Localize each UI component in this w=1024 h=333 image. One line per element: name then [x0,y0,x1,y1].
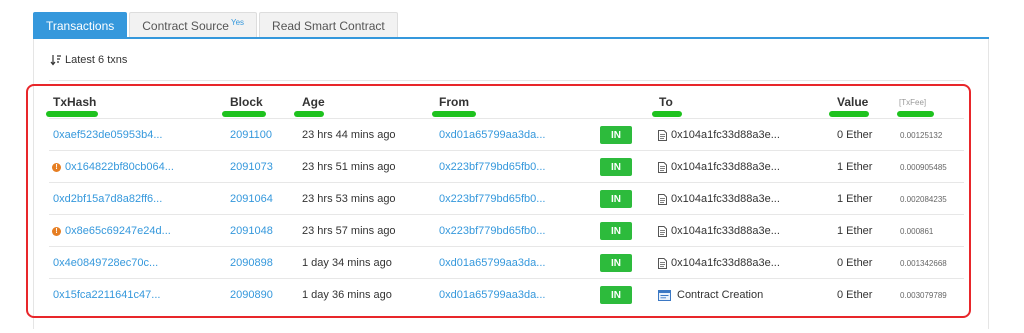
divider [49,80,964,81]
tab-label: Transactions [46,18,115,33]
txn-count-summary: Latest 6 txns [50,54,127,66]
tab-transactions[interactable]: Transactions [33,12,128,38]
tab-label: Contract Source [142,18,229,33]
tab-contract-source[interactable]: Contract Source Yes [129,12,258,38]
tab-label: Read Smart Contract [272,18,385,33]
sort-icon [50,55,61,66]
verified-badge: Yes [230,18,245,27]
summary-text: Latest 6 txns [65,54,128,66]
tab-read-smart-contract[interactable]: Read Smart Contract [259,12,398,38]
annotation-highlight-box [26,84,971,318]
tab-bar: Transactions Contract Source Yes Read Sm… [33,12,400,38]
